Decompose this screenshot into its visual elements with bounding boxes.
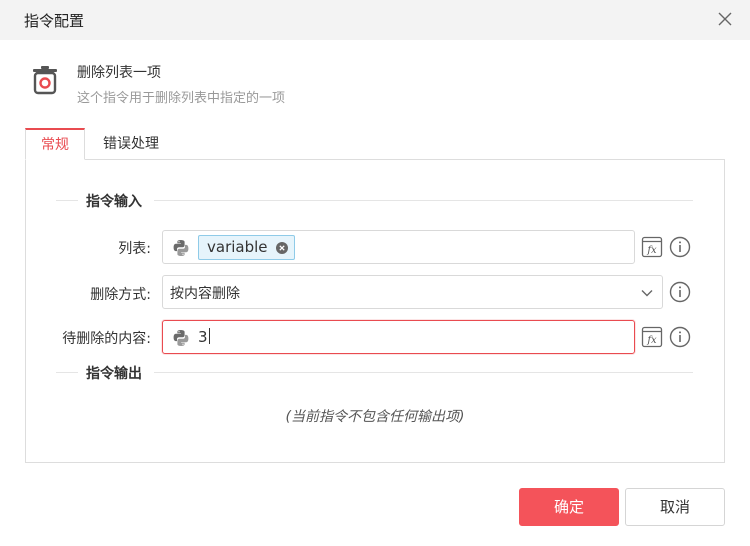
section-inputs-title: 指令输入 [86,194,142,210]
delete-mode-label: 删除方式: [90,287,151,303]
divider [56,200,78,201]
tab-error-handling[interactable]: 错误处理 [86,129,176,161]
fx-icon[interactable]: fx [641,326,663,348]
remove-chip-icon[interactable] [275,242,288,254]
info-icon[interactable] [669,326,691,348]
text-cursor [208,328,210,344]
divider [154,200,693,201]
content-value: 3 [198,328,208,346]
trash-icon [33,66,57,95]
info-icon[interactable] [669,236,691,258]
delete-mode-select[interactable]: 按内容删除 [162,275,663,309]
section-inputs: 指令输入 [56,191,693,211]
list-field-label: 列表: [118,241,151,257]
list-input[interactable]: variable [162,230,635,264]
divider [56,372,78,373]
no-output-message: (当前指令不包含任何输出项) [285,409,465,425]
tab-general[interactable]: 常规 [25,128,85,160]
section-outputs-title: 指令输出 [86,366,142,382]
svg-text:fx: fx [646,245,657,256]
command-description: 这个指令用于删除列表中指定的一项 [77,91,286,106]
python-icon [173,240,189,256]
content-input[interactable]: 3 [162,320,635,354]
svg-text:fx: fx [646,335,657,346]
chevron-down-icon [641,290,653,297]
variable-chip-label: variable [207,238,268,256]
dialog-titlebar: 指令配置 [0,0,750,40]
delete-mode-value: 按内容删除 [170,286,240,302]
close-icon[interactable] [714,8,736,30]
command-name: 删除列表一项 [77,65,161,81]
variable-chip[interactable]: variable [198,235,295,260]
python-icon [173,330,189,346]
divider [154,372,693,373]
dialog-title: 指令配置 [24,12,85,30]
section-outputs: 指令输出 [56,363,693,383]
fx-icon[interactable]: fx [641,236,663,258]
confirm-button[interactable]: 确定 [519,488,619,526]
content-field-label: 待删除的内容: [62,331,151,347]
info-icon[interactable] [669,281,691,303]
cancel-button[interactable]: 取消 [625,488,725,526]
content-value-wrap: 3 [198,328,210,346]
